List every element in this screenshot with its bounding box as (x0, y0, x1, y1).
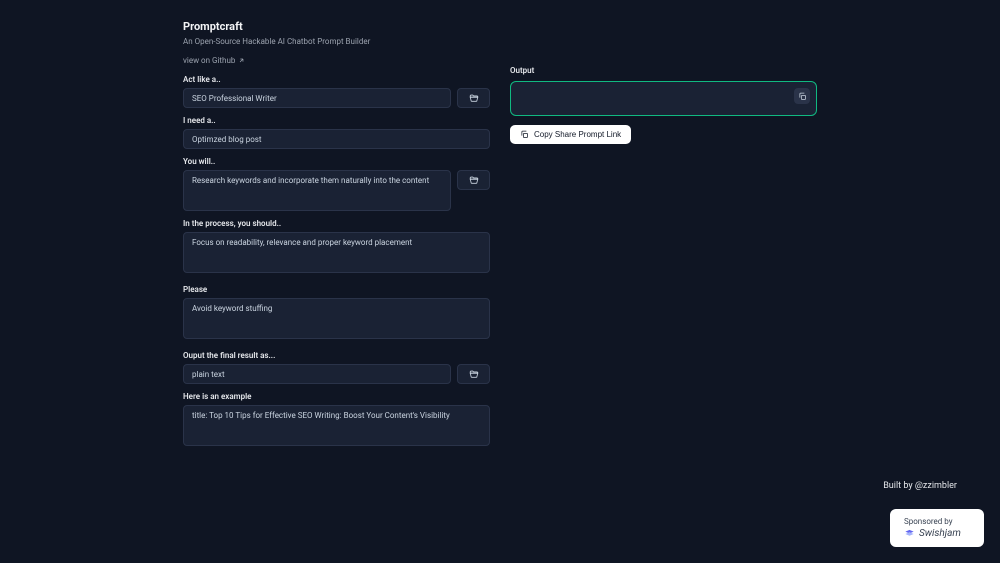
sponsor-brand: Swishjam (904, 528, 970, 539)
process-input[interactable] (183, 232, 490, 273)
copy-icon (520, 130, 529, 139)
sponsor-card[interactable]: Sponsored by Swishjam (890, 509, 984, 547)
field-process: In the process, you should.. (183, 219, 490, 277)
output-as-input[interactable] (183, 364, 451, 384)
github-link[interactable]: view on Github (183, 56, 245, 65)
sponsor-name: Swishjam (919, 528, 961, 539)
credit-handle-link[interactable]: @zzimbler (915, 481, 957, 491)
folder-open-icon (469, 175, 479, 185)
need-input[interactable] (183, 129, 490, 149)
github-link-text: view on Github (183, 56, 235, 65)
field-example: Here is an example (183, 392, 490, 450)
folder-open-icon (469, 369, 479, 379)
example-label: Here is an example (183, 392, 490, 401)
footer-credit: Built by @zzimbler (883, 481, 957, 491)
copy-icon (798, 92, 807, 101)
sponsored-by-label: Sponsored by (904, 517, 970, 526)
act-like-browse-button[interactable] (457, 88, 490, 108)
process-label: In the process, you should.. (183, 219, 490, 228)
share-button-label: Copy Share Prompt Link (534, 130, 621, 139)
you-will-browse-button[interactable] (457, 170, 490, 190)
field-please: Please (183, 285, 490, 343)
field-you-will: You will.. (183, 157, 490, 211)
external-link-icon (238, 57, 245, 64)
app-subtitle: An Open-Source Hackable AI Chatbot Promp… (183, 37, 490, 46)
folder-open-icon (469, 93, 479, 103)
copy-output-button[interactable] (794, 88, 810, 104)
field-act-like: Act like a.. (183, 75, 490, 108)
field-need: I need a.. (183, 116, 490, 149)
need-label: I need a.. (183, 116, 490, 125)
swishjam-logo-icon (904, 528, 915, 539)
credit-prefix: Built by (883, 481, 915, 491)
output-column: Output Copy Share Prompt Link (510, 20, 817, 458)
act-like-label: Act like a.. (183, 75, 490, 84)
please-label: Please (183, 285, 490, 294)
copy-share-link-button[interactable]: Copy Share Prompt Link (510, 125, 631, 144)
output-as-label: Ouput the final result as... (183, 351, 490, 360)
output-as-browse-button[interactable] (457, 364, 490, 384)
form-column: Promptcraft An Open-Source Hackable AI C… (183, 20, 490, 458)
output-box (510, 81, 817, 116)
example-input[interactable] (183, 405, 490, 446)
act-like-input[interactable] (183, 88, 451, 108)
you-will-label: You will.. (183, 157, 490, 166)
field-output-as: Ouput the final result as... (183, 351, 490, 384)
app-title: Promptcraft (183, 20, 490, 33)
you-will-input[interactable] (183, 170, 451, 211)
output-label: Output (510, 66, 817, 75)
please-input[interactable] (183, 298, 490, 339)
